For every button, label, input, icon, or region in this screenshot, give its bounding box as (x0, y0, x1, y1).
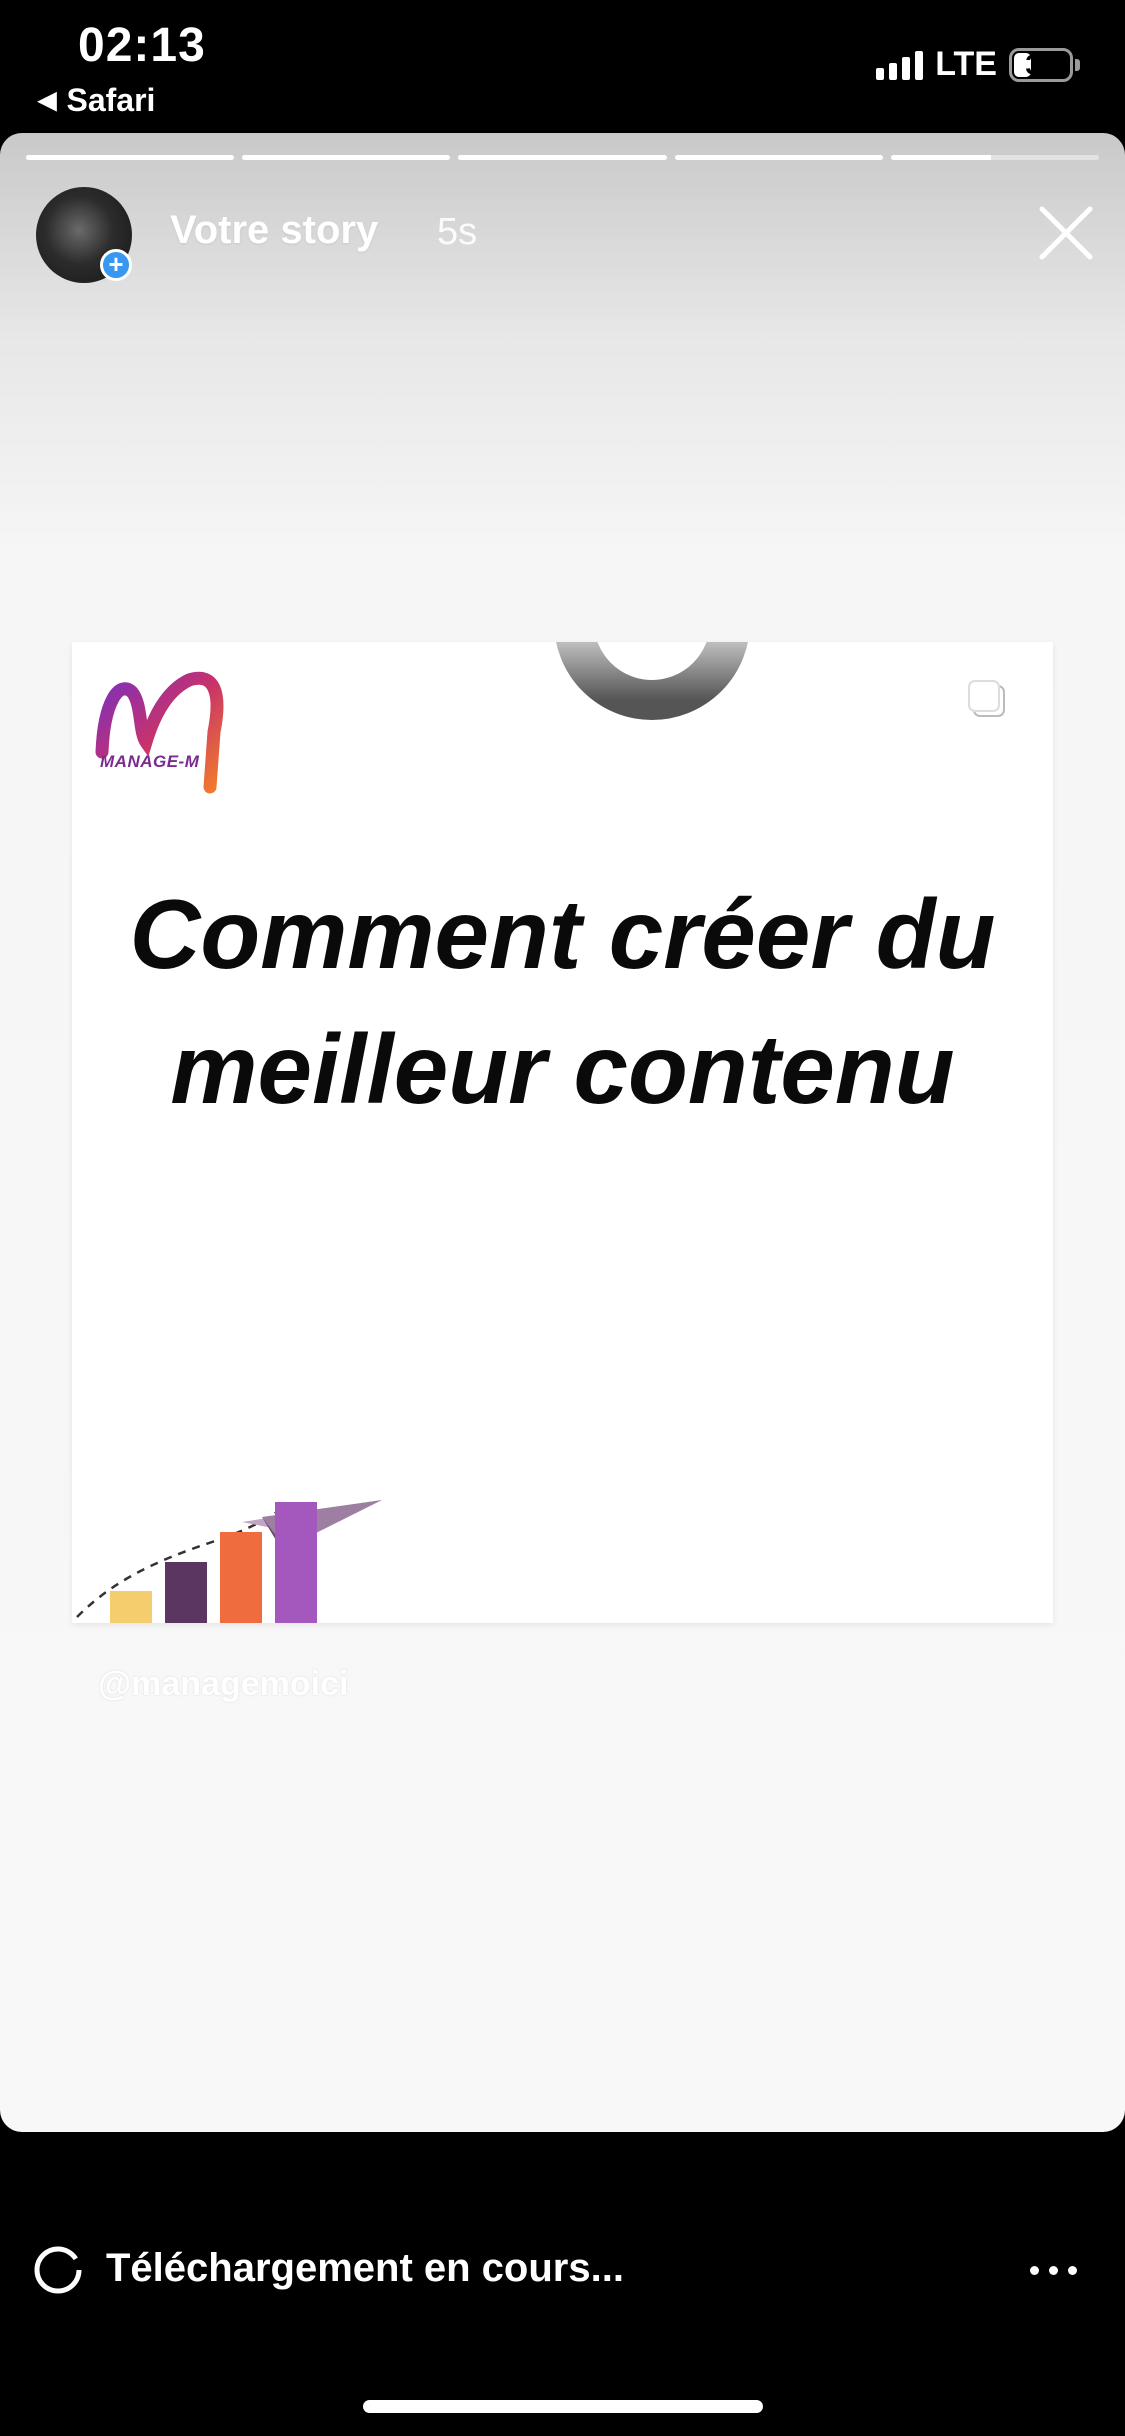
close-icon[interactable] (1036, 203, 1096, 263)
growth-chart-illustration (76, 1500, 382, 1623)
add-story-plus-icon[interactable]: + (100, 249, 132, 281)
story-viewer[interactable]: + Votre story 5s MANAGE-M Comment créer … (0, 133, 1125, 2132)
progress-segment (890, 155, 1100, 160)
download-status: Téléchargement en cours... (106, 2246, 624, 2290)
progress-segment (458, 155, 667, 160)
multi-image-icon (968, 680, 1005, 717)
spinner-icon (34, 2246, 82, 2294)
back-triangle-icon: ◀ (38, 87, 57, 114)
signal-icon (876, 50, 924, 80)
battery-level: 30 (1025, 48, 1057, 80)
story-username[interactable]: Votre story (170, 208, 378, 253)
back-to-app[interactable]: ◀ Safari (38, 82, 155, 119)
more-icon[interactable] (1030, 2266, 1077, 2275)
progress-segment (242, 155, 451, 160)
back-app-label: Safari (66, 82, 156, 118)
status-indicators: LTE 30 (876, 45, 1080, 84)
progress-segment (674, 155, 883, 160)
home-indicator[interactable] (363, 2400, 763, 2413)
post-headline: Comment créer du meilleur contenu (129, 879, 996, 1124)
story-elapsed: 5s (437, 211, 478, 253)
chart-bar (220, 1532, 262, 1623)
manage-moi-logo (95, 671, 224, 794)
logo-text: MANAGE-M (100, 752, 200, 771)
battery-nub (1075, 58, 1080, 71)
status-time: 02:13 (78, 19, 206, 72)
chart-bar (275, 1502, 317, 1623)
story-post-image: MANAGE-M Comment créer du meilleur conte… (72, 642, 1053, 1623)
battery-icon: 30 (1009, 47, 1073, 82)
progress-segment (26, 155, 235, 160)
chart-bar (165, 1562, 207, 1623)
mention-handle[interactable]: @managemoici (98, 1665, 348, 1704)
loading-ring-icon (556, 642, 748, 720)
chart-bar (110, 1591, 152, 1623)
network-label: LTE (935, 45, 997, 83)
story-progress (26, 155, 1100, 160)
